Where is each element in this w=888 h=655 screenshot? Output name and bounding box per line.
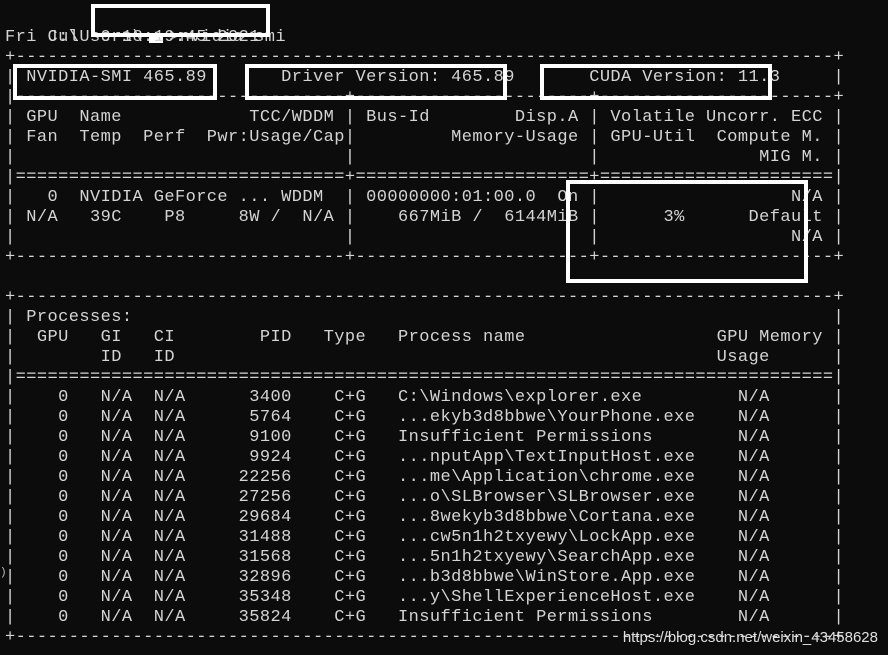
- terminal-line: | 0 N/A N/A 35348 C+G ...y\ShellExperien…: [5, 588, 845, 607]
- watermark-url: https://blog.csdn.net/weixin_43458628: [622, 629, 878, 646]
- scroll-indicator-icon[interactable]: ): [0, 566, 7, 580]
- terminal-line: | 0 N/A N/A 3400 C+G C:\Windows\explorer…: [5, 388, 845, 407]
- terminal-line: | 0 N/A N/A 9924 C+G ...nputApp\TextInpu…: [5, 448, 845, 467]
- annotation-box-gpu-util: [566, 180, 808, 283]
- terminal-line: | | | MIG M. |: [5, 148, 845, 167]
- terminal-line: | ID ID Usage |: [5, 348, 845, 367]
- annotation-box-nvidia-smi-version: [13, 64, 217, 100]
- terminal-line: | 0 N/A N/A 32896 C+G ...b3d8bbwe\WinSto…: [5, 568, 845, 587]
- terminal-line: | 0 N/A N/A 31488 C+G ...cw5n1h2txyewy\L…: [5, 528, 845, 547]
- annotation-box-cuda-version: [540, 64, 772, 100]
- terminal-line: | GPU GI CI PID Type Process name GPU Me…: [5, 328, 845, 347]
- terminal-line: | 0 N/A N/A 35824 C+G Insufficient Permi…: [5, 608, 845, 627]
- terminal-line: | 0 N/A N/A 9100 C+G Insufficient Permis…: [5, 428, 845, 447]
- terminal-line: | Processes: |: [5, 308, 845, 327]
- terminal-line: | 0 N/A N/A 27256 C+G ...o\SLBrowser\SLB…: [5, 488, 845, 507]
- terminal-line: | GPU Name TCC/WDDM | Bus-Id Disp.A | Vo…: [5, 108, 845, 127]
- terminal-line: | Fan Temp Perf Pwr:Usage/Cap| Memory-Us…: [5, 128, 845, 147]
- terminal-line: | 0 N/A N/A 22256 C+G ...me\Application\…: [5, 468, 845, 487]
- terminal-line: | 0 N/A N/A 29684 C+G ...8wekyb3d8bbwe\C…: [5, 508, 845, 527]
- annotation-box-command: [91, 4, 270, 37]
- terminal-line: |=======================================…: [5, 368, 845, 387]
- annotation-box-driver-version: [245, 64, 507, 100]
- terminal-line: | 0 N/A N/A 5764 C+G ...ekyb3d8bbwe\Your…: [5, 408, 845, 427]
- terminal-line: | 0 N/A N/A 31568 C+G ...5n1h2txyewy\Sea…: [5, 548, 845, 567]
- terminal-line: +---------------------------------------…: [5, 288, 845, 307]
